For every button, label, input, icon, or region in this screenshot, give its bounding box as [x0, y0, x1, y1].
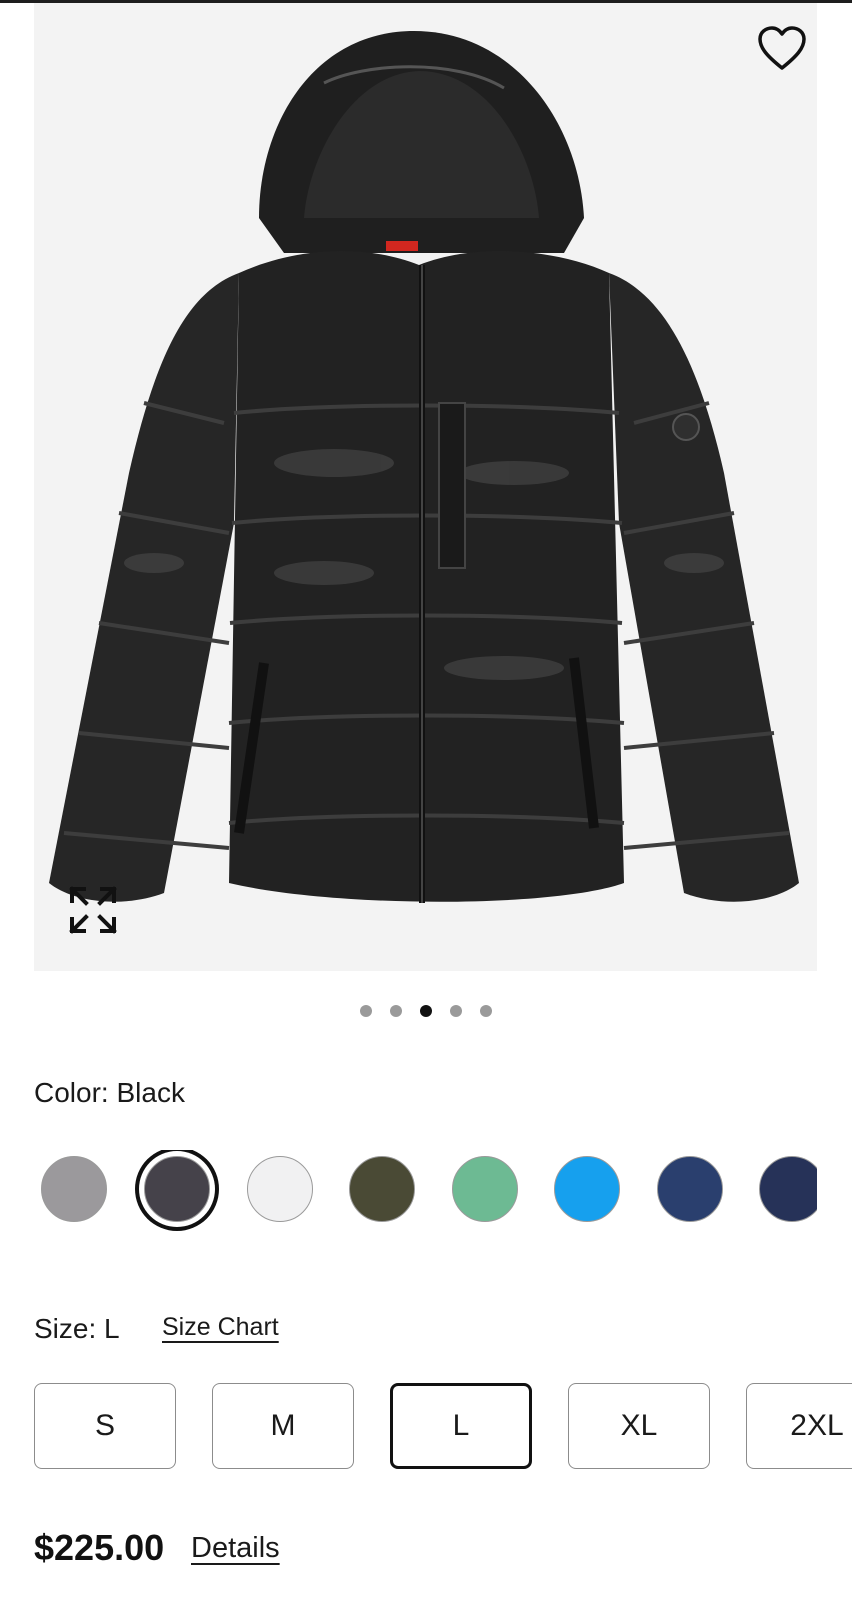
heart-outline-icon [758, 26, 806, 70]
jacket-image [49, 31, 799, 903]
expand-image-button[interactable] [66, 883, 120, 937]
size-option-button[interactable]: S [34, 1383, 176, 1469]
carousel-dot[interactable] [390, 1005, 402, 1017]
size-option-button[interactable]: M [212, 1383, 354, 1469]
price: $225.00 [34, 1527, 165, 1568]
size-label: Size: L [34, 1313, 120, 1344]
size-option-button[interactable]: 2XL [746, 1383, 852, 1469]
color-swatch[interactable] [759, 1156, 817, 1222]
carousel-dot[interactable] [360, 1005, 372, 1017]
size-option-button[interactable]: XL [568, 1383, 710, 1469]
color-swatch[interactable] [452, 1156, 518, 1222]
product-image[interactable] [34, 3, 817, 971]
color-swatch[interactable] [41, 1156, 107, 1222]
carousel-dot[interactable] [480, 1005, 492, 1017]
color-swatch-row [34, 1150, 817, 1240]
size-chart-link[interactable]: Size Chart [162, 1313, 279, 1342]
carousel-dot[interactable] [450, 1005, 462, 1017]
color-swatch[interactable] [247, 1156, 313, 1222]
wishlist-button[interactable] [754, 23, 810, 75]
color-label: Color: Black [34, 1077, 185, 1108]
carousel-dot[interactable] [420, 1005, 432, 1017]
size-option-button[interactable]: L [390, 1383, 532, 1469]
expand-arrows-icon [69, 886, 117, 934]
carousel-dots [0, 1005, 852, 1017]
color-swatch[interactable] [144, 1156, 210, 1222]
details-link[interactable]: Details [191, 1532, 280, 1565]
color-swatch[interactable] [349, 1156, 415, 1222]
color-swatch[interactable] [554, 1156, 620, 1222]
color-swatch[interactable] [657, 1156, 723, 1222]
